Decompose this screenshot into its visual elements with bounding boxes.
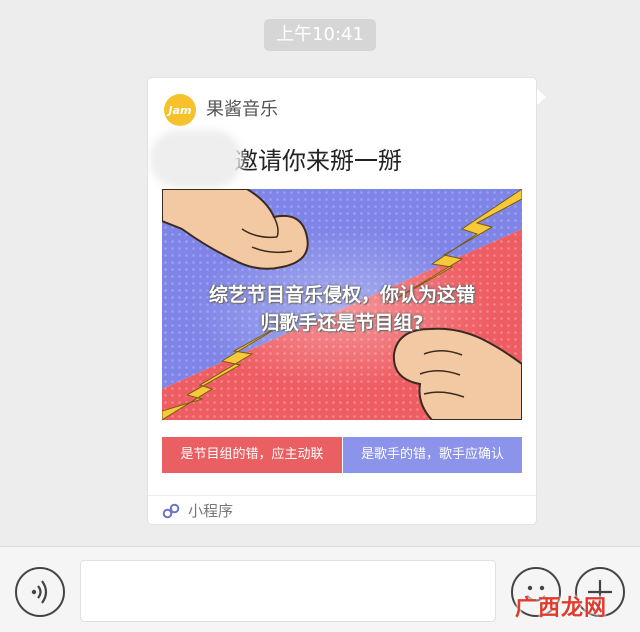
invite-title: 邀请你来掰一掰: [234, 147, 402, 175]
banner-image: 综艺节目音乐侵权，你认为这错 归歌手还是节目组?: [162, 189, 522, 420]
voice-button[interactable]: [15, 567, 65, 617]
message-input[interactable]: [80, 560, 496, 622]
mini-program-card[interactable]: Jam 果酱音乐 邀请你来掰一掰 综艺节目音乐侵权，你认为这错 归歌手还是节目组…: [147, 77, 538, 525]
blurred-sender-name: [150, 130, 242, 188]
mini-program-icon: [162, 503, 180, 519]
app-logo: Jam: [164, 94, 196, 126]
bubble-tail: [536, 88, 546, 106]
option-blame-singer[interactable]: 是歌手的错，歌手应确认: [343, 437, 522, 473]
banner-question-line2: 归歌手还是节目组?: [260, 312, 424, 334]
message-timestamp: 上午10:41: [264, 19, 376, 51]
banner-question: 综艺节目音乐侵权，你认为这错 归歌手还是节目组?: [162, 281, 522, 337]
option-blame-show[interactable]: 是节目组的错，应主动联: [162, 437, 342, 473]
app-name: 果酱音乐: [206, 99, 278, 120]
vote-options: 是节目组的错，应主动联 是歌手的错，歌手应确认: [162, 437, 522, 473]
card-divider: [148, 495, 538, 496]
mini-program-label: 小程序: [188, 502, 234, 520]
watermark-text: 广西龙网: [515, 595, 608, 621]
voice-icon: [31, 580, 48, 604]
banner-question-line1: 综艺节目音乐侵权，你认为这错: [208, 284, 475, 306]
